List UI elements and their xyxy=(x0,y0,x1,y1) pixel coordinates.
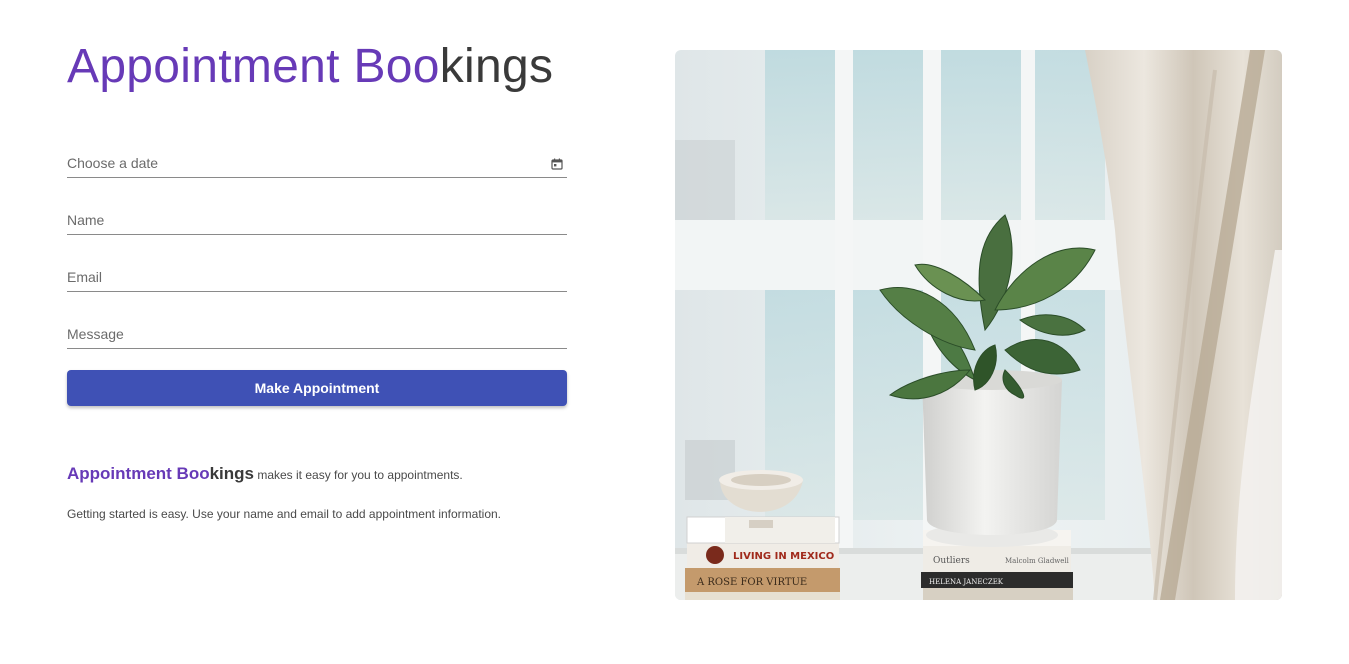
page-title: Appointment Bookings xyxy=(67,38,567,96)
message-field-underline xyxy=(67,325,567,349)
name-field[interactable] xyxy=(67,211,527,230)
about-section: Appointment Bookings makes it easy for y… xyxy=(67,464,567,521)
date-field[interactable] xyxy=(67,154,527,173)
date-field-underline xyxy=(67,154,567,178)
about-description: Getting started is easy. Use your name a… xyxy=(67,507,502,521)
booking-page: Appointment Bookings Choose a date Name … xyxy=(0,0,1349,664)
book-spine-5: HELENA JANECZEK xyxy=(929,578,1004,586)
make-appointment-button[interactable]: Make Appointment xyxy=(67,370,567,406)
about-tagline: Appointment Bookings makes it easy for y… xyxy=(67,464,567,484)
brand-primary: Appointment Boo xyxy=(67,464,210,483)
brand-secondary: kings xyxy=(209,464,254,483)
name-field-underline xyxy=(67,211,567,235)
title-primary: Appointment Boo xyxy=(67,40,440,93)
calendar-icon[interactable] xyxy=(551,158,563,170)
date-field-wrapper xyxy=(67,140,567,197)
email-field-underline xyxy=(67,268,567,292)
title-secondary: kings xyxy=(439,40,554,93)
book-spine-2: A ROSE FOR VIRTUE xyxy=(696,577,807,588)
name-field-wrapper xyxy=(67,197,567,254)
hero-photo: A ROSE FOR VIRTUE LIVING IN MEXICO HELEN… xyxy=(675,50,1282,600)
book-spine-1: LIVING IN MEXICO xyxy=(733,551,834,562)
tagline-text: makes it easy for you to appointments. xyxy=(254,468,463,482)
book-spine-4: Malcolm Gladwell xyxy=(1005,557,1070,565)
book-spine-3: Outliers xyxy=(933,556,970,566)
booking-panel: Appointment Bookings Choose a date Name … xyxy=(67,38,567,521)
email-field[interactable] xyxy=(67,268,527,287)
message-field-wrapper xyxy=(67,311,567,368)
appointment-form: Make Appointment xyxy=(67,140,567,406)
plant-window-illustration: A ROSE FOR VIRTUE LIVING IN MEXICO HELEN… xyxy=(675,50,1282,600)
message-field[interactable] xyxy=(67,325,527,344)
email-field-wrapper xyxy=(67,254,567,311)
